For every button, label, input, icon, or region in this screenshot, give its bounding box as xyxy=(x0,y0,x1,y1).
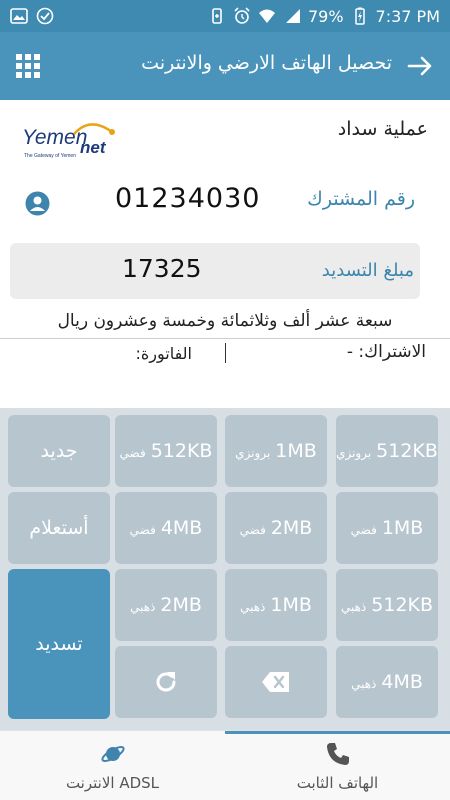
tab-landline[interactable]: الهاتف الثابت xyxy=(225,731,450,800)
tab-label: الهاتف الثابت xyxy=(296,774,379,792)
package-key[interactable]: فضي 1MB xyxy=(336,492,438,564)
logo-text-part-net: net xyxy=(80,138,107,157)
page-title: تحصيل الهاتف الارضي والانترنت xyxy=(141,52,392,74)
amount-in-words: سبعة عشر ألف وثلاثمائة وخمسة وعشرون ريال xyxy=(57,311,393,331)
battery-percent: 79% xyxy=(307,6,344,26)
bottom-nav: الهاتف الثابت الانترنت ADSL xyxy=(0,730,450,800)
check-circle-icon xyxy=(36,7,54,25)
package-key[interactable]: فضي 4MB xyxy=(115,492,217,564)
bill-detail: الفاتورة: xyxy=(135,344,192,363)
keypad: برونزي 512KB برونزي 1MB فضي 512KB جديد فضي 1… xyxy=(0,408,450,730)
gallery-notification-icon xyxy=(10,8,28,24)
package-key[interactable]: برونزي 512KB xyxy=(336,415,438,487)
clock: 7:37 PM xyxy=(375,6,440,26)
package-tier: ذهبي xyxy=(351,677,377,691)
backspace-button[interactable] xyxy=(225,646,327,718)
amount-label: مبلغ التسديد xyxy=(321,260,414,281)
package-size: 2MB xyxy=(160,594,202,616)
battery-icon xyxy=(354,7,365,25)
amount-box: مبلغ التسديد 17325 xyxy=(10,243,420,299)
phone-icon xyxy=(327,743,349,765)
package-tier: ذهبي xyxy=(130,600,156,614)
amount-value[interactable]: 17325 xyxy=(122,254,202,283)
refresh-icon xyxy=(156,672,176,692)
package-key[interactable]: ذهبي 2MB xyxy=(115,569,217,641)
status-bar: 79% 7:37 PM xyxy=(0,0,450,32)
wifi-icon xyxy=(258,9,275,23)
details-row: الاشتراك: - الفاتورة: xyxy=(0,338,450,408)
package-size: 512KB xyxy=(150,440,213,462)
package-tier: فضي xyxy=(129,523,156,537)
alarm-icon xyxy=(234,7,250,24)
package-size: 1MB xyxy=(270,594,312,616)
tab-adsl[interactable]: الانترنت ADSL xyxy=(0,731,225,800)
refresh-button[interactable] xyxy=(115,646,217,718)
package-tier: ذهبي xyxy=(340,600,367,614)
new-button[interactable]: جديد xyxy=(8,415,110,487)
package-key[interactable]: ذهبي 512KB xyxy=(336,569,438,641)
subscriber-label: رقم المشترك xyxy=(307,188,415,210)
package-tier: برونزي xyxy=(235,446,271,460)
tab-label: الانترنت ADSL xyxy=(65,774,160,792)
planet-icon xyxy=(101,746,125,762)
package-key[interactable]: ذهبي 1MB xyxy=(225,569,327,641)
package-size: 1MB xyxy=(381,517,424,539)
operation-title: عملية سداد xyxy=(337,118,428,140)
yemennet-logo: Yemen net The Gateway of Yemen xyxy=(22,123,115,159)
subscription-detail: الاشتراك: - xyxy=(346,342,426,362)
backspace-icon xyxy=(262,672,289,692)
screen: 79% 7:37 PM تحصيل الهاتف الارضي والانترن… xyxy=(0,0,450,800)
package-size: 4MB xyxy=(381,671,423,693)
package-tier: فضي xyxy=(239,523,266,537)
pay-button[interactable]: تسديد xyxy=(8,569,110,719)
package-size: 512KB xyxy=(371,594,434,616)
package-key[interactable]: فضي 512KB xyxy=(115,415,217,487)
package-size: 1MB xyxy=(275,440,317,462)
package-tier: ذهبي xyxy=(240,600,266,614)
app-bar: تحصيل الهاتف الارضي والانترنت xyxy=(0,32,450,100)
package-key[interactable]: برونزي 1MB xyxy=(225,415,327,487)
package-size: 4MB xyxy=(160,517,203,539)
package-tier: فضي xyxy=(350,523,377,537)
text-cursor xyxy=(225,343,226,363)
package-size: 512KB xyxy=(376,440,438,462)
battery-saver-icon xyxy=(212,8,222,24)
package-tier: فضي xyxy=(119,446,146,460)
subscriber-number[interactable]: 01234030 xyxy=(115,183,260,214)
package-key[interactable]: ذهبي 4MB xyxy=(336,646,438,718)
package-key[interactable]: فضي 2MB xyxy=(225,492,327,564)
signal-icon xyxy=(285,9,300,23)
package-tier: برونزي xyxy=(336,446,372,460)
query-button[interactable]: أستعلام xyxy=(8,492,110,564)
arrow-right-icon[interactable] xyxy=(404,50,436,82)
account-circle-icon[interactable] xyxy=(25,191,50,216)
package-size: 2MB xyxy=(270,517,313,539)
grid-menu-icon[interactable] xyxy=(16,54,40,78)
logo-tagline: The Gateway of Yemen xyxy=(24,153,76,159)
